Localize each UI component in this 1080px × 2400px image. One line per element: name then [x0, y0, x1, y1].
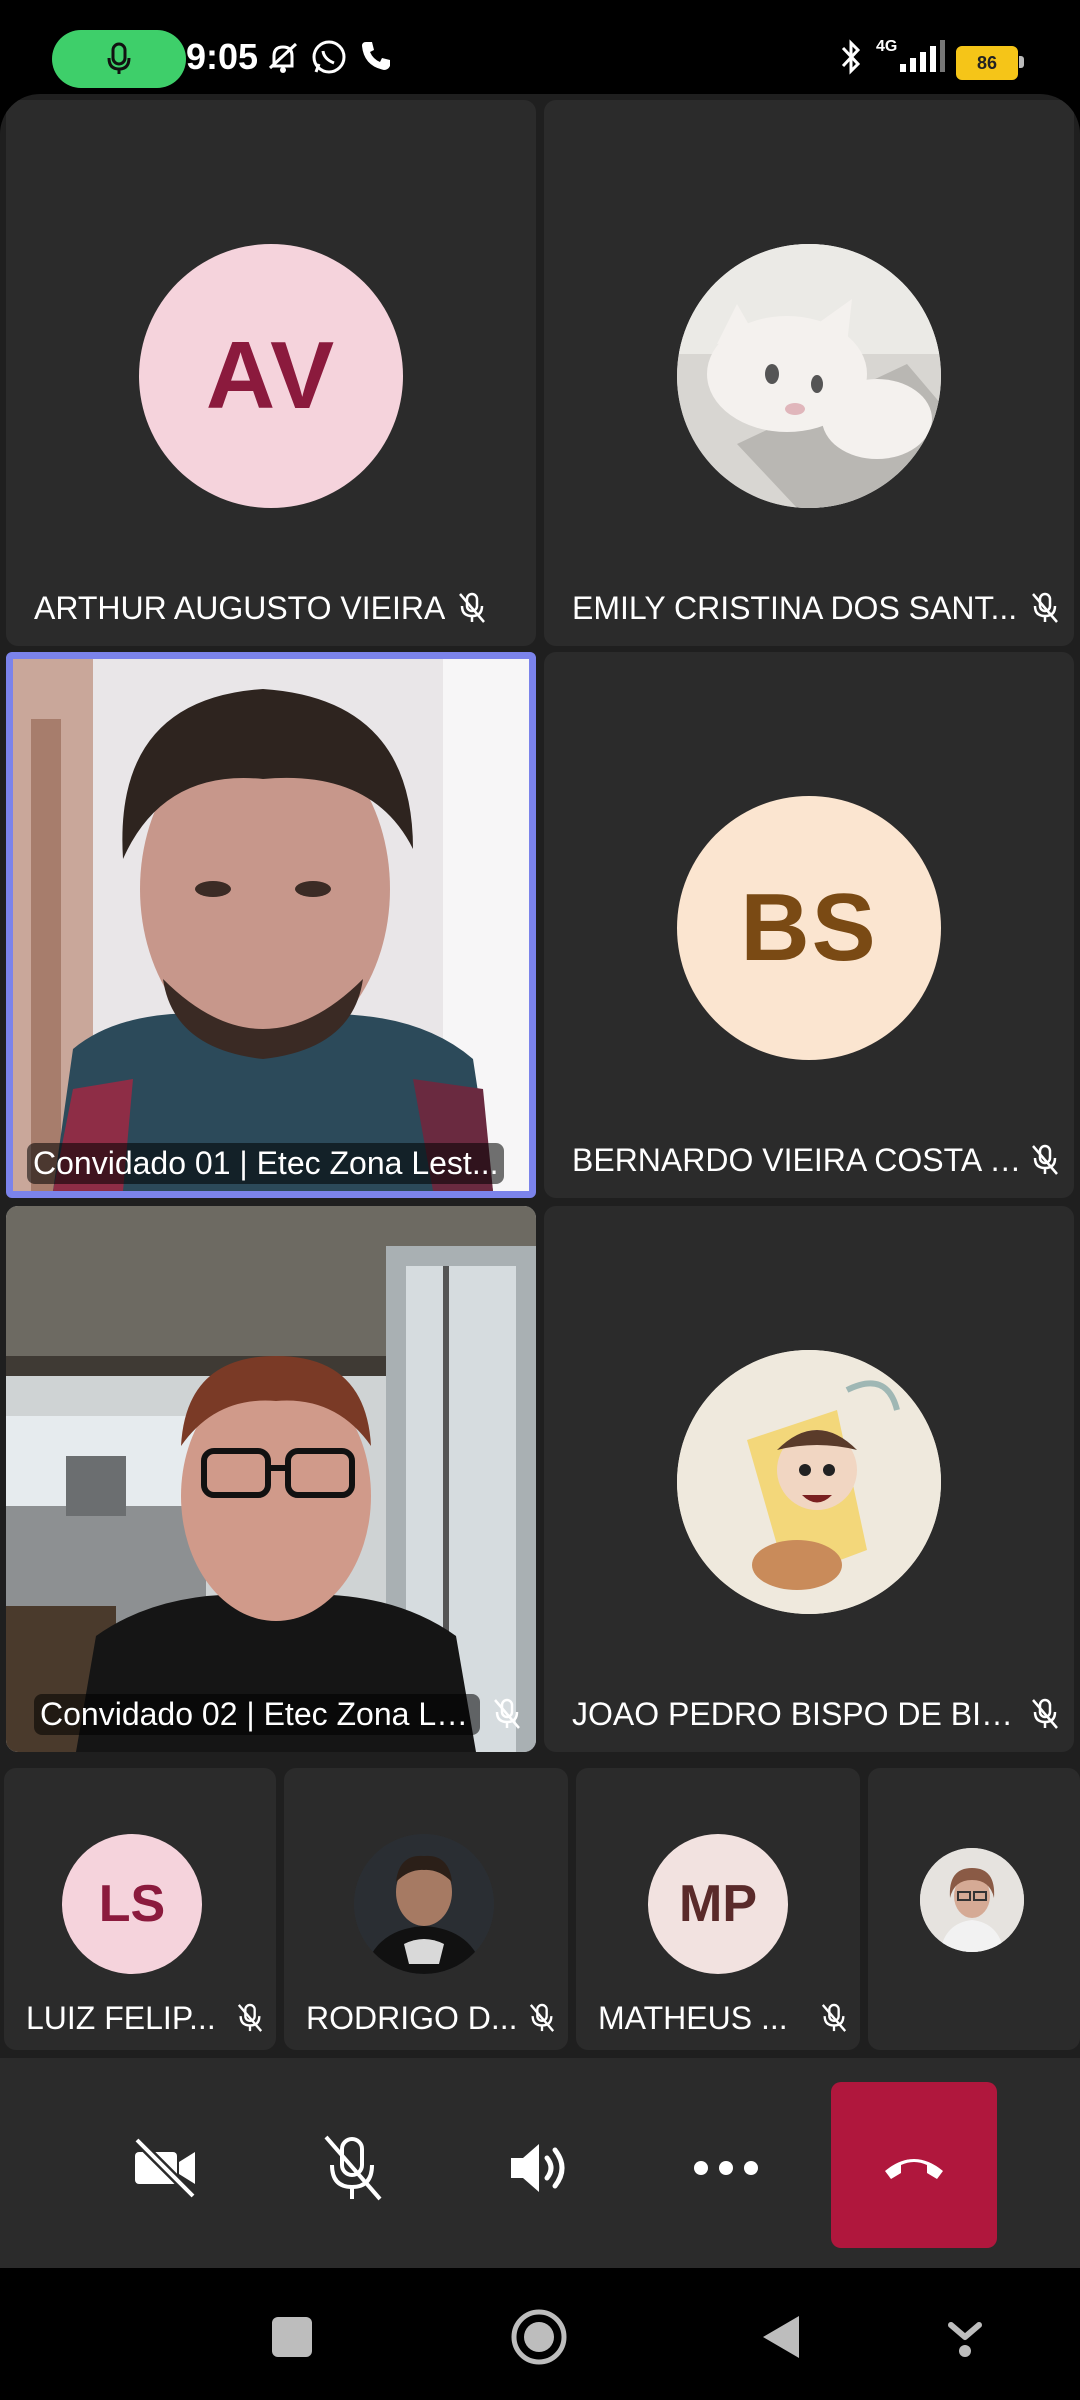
participant-tile-small[interactable]: RODRIGO D... — [284, 1768, 568, 2050]
system-navigation-bar — [0, 2268, 1080, 2400]
avatar: LS — [62, 1834, 202, 1974]
more-icon — [694, 2161, 758, 2175]
participant-name-row: Convidado 01 | Etec Zona Lest... — [27, 1139, 515, 1187]
network-type: 4G — [876, 38, 898, 55]
bluetooth-icon — [841, 39, 861, 75]
mic-off-icon — [494, 1698, 520, 1729]
participant-video — [13, 659, 529, 1191]
participant-tile[interactable]: BS BERNARDO VIEIRA COSTA D... — [544, 652, 1074, 1198]
participant-video — [6, 1206, 536, 1752]
mic-off-icon — [237, 2003, 263, 2032]
participant-name-row: BERNARDO VIEIRA COSTA D... — [572, 1136, 1060, 1184]
phone-icon — [362, 42, 390, 70]
participant-name: LUIZ FELIP... — [26, 1999, 216, 2036]
speaker-icon — [511, 2144, 565, 2192]
participant-tile-active-speaker[interactable]: Convidado 01 | Etec Zona Lest... — [6, 652, 536, 1198]
person-photo-avatar — [354, 1834, 494, 1974]
signal-icon — [900, 40, 945, 72]
person-photo — [354, 1834, 494, 1974]
active-mic-indicator[interactable] — [52, 30, 186, 88]
avatar: MP — [648, 1834, 788, 1974]
hang-up-button[interactable] — [831, 2082, 997, 2248]
meeting-stage: AV ARTHUR AUGUSTO VIEIRA EMILY CRISTINA … — [0, 94, 1080, 2058]
whatsapp-icon — [312, 40, 346, 74]
microphone-icon — [107, 42, 131, 74]
back-icon — [763, 2316, 799, 2358]
notifications-off-icon — [268, 42, 298, 73]
participant-name: ARTHUR AUGUSTO VIEIRA — [34, 589, 446, 626]
mic-off-icon — [459, 592, 486, 623]
more-options-button[interactable] — [686, 2128, 766, 2208]
woman-photo-avatar — [920, 1848, 1024, 1952]
participant-name-row: JOAO PEDRO BISPO DE BIASI — [572, 1690, 1060, 1738]
participant-tile-small[interactable]: MP MATHEUS ... — [576, 1768, 860, 2050]
participant-tile[interactable]: JOAO PEDRO BISPO DE BIASI — [544, 1206, 1074, 1752]
chevron-down-icon — [948, 2322, 982, 2357]
participant-tile[interactable]: EMILY CRISTINA DOS SANT... — [544, 100, 1074, 646]
mic-toggle-button[interactable] — [312, 2128, 392, 2208]
participant-tile[interactable]: AV ARTHUR AUGUSTO VIEIRA — [6, 100, 536, 646]
avatar: BS — [677, 796, 941, 1060]
participant-name-row: MATHEUS ... — [598, 1996, 848, 2040]
mic-off-icon — [1032, 1698, 1058, 1729]
mic-off-icon — [529, 2003, 555, 2032]
call-controls — [0, 2058, 1080, 2268]
camera-toggle-button[interactable] — [126, 2128, 206, 2208]
participant-name: EMILY CRISTINA DOS SANT... — [572, 589, 1018, 626]
participant-name-row: ARTHUR AUGUSTO VIEIRA — [34, 584, 522, 632]
camera-off-icon — [133, 2136, 197, 2200]
participant-tile-small[interactable] — [868, 1768, 1080, 2050]
back-button[interactable] — [756, 2312, 806, 2362]
speaker-button[interactable] — [500, 2128, 580, 2208]
cartoon-photo — [677, 1350, 941, 1614]
mic-off-icon — [821, 2003, 847, 2032]
mic-off-icon — [1032, 1144, 1058, 1175]
participant-name: BERNARDO VIEIRA COSTA D... — [572, 1141, 1030, 1178]
participant-name: Convidado 02 | Etec Zona Le... — [34, 1693, 480, 1735]
mic-off-icon — [324, 2135, 382, 2201]
avatar-initials: AV — [205, 322, 337, 429]
participant-name-row: RODRIGO D... — [306, 1996, 556, 2040]
avatar-initials: BS — [740, 874, 878, 981]
cartoon-photo-avatar — [677, 1350, 941, 1614]
participant-name: MATHEUS ... — [598, 1999, 788, 2036]
home-icon — [511, 2309, 567, 2365]
avatar-initials: MP — [679, 1875, 757, 1933]
participant-name: RODRIGO D... — [306, 1999, 518, 2036]
participant-tile-small[interactable]: LS LUIZ FELIP... — [4, 1768, 276, 2050]
hide-navbar-button[interactable] — [940, 2312, 990, 2362]
woman-photo — [920, 1848, 1024, 1952]
participant-name: JOAO PEDRO BISPO DE BIASI — [572, 1695, 1018, 1732]
hang-up-icon — [885, 2159, 943, 2179]
cat-photo-avatar — [677, 244, 941, 508]
mic-off-icon — [1032, 592, 1058, 623]
square-icon — [272, 2317, 312, 2357]
cat-photo — [677, 244, 941, 508]
participant-name-row: EMILY CRISTINA DOS SANT... — [572, 584, 1060, 632]
participant-name-row: LUIZ FELIP... — [26, 1996, 264, 2040]
avatar: AV — [139, 244, 403, 508]
participant-name-row: Convidado 02 | Etec Zona Le... — [34, 1690, 522, 1738]
recents-button[interactable] — [267, 2312, 317, 2362]
avatar-initials: LS — [98, 1875, 166, 1933]
home-button[interactable] — [510, 2308, 568, 2366]
clock: 9:05 — [186, 36, 259, 77]
participant-name: Convidado 01 | Etec Zona Lest... — [27, 1142, 505, 1184]
battery-indicator: 86 — [956, 46, 1024, 80]
participant-tile[interactable]: Convidado 02 | Etec Zona Le... — [6, 1206, 536, 1752]
